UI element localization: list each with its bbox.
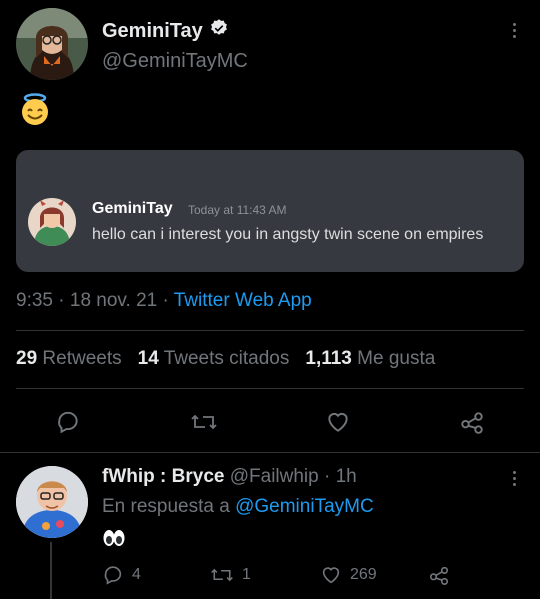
share-icon — [429, 566, 449, 585]
tweet-source[interactable]: Twitter Web App — [174, 290, 312, 311]
quotes-count: 14 — [137, 348, 159, 369]
embed-timestamp: Today at 11:43 AM — [188, 203, 287, 217]
embedded-image-card[interactable]: GeminiTay Today at 11:43 AM hello can i … — [16, 150, 524, 272]
retweet-count: 1 — [242, 566, 251, 583]
like-count: 269 — [350, 566, 377, 583]
meta-dot: · — [58, 290, 70, 311]
reply-like-action[interactable]: 269 — [320, 564, 377, 586]
eyes-emoji — [102, 528, 126, 548]
reply-icon — [104, 566, 122, 585]
retweets-label: Retweets — [42, 348, 122, 369]
retweet-icon[interactable] — [184, 400, 224, 444]
share-icon[interactable] — [452, 400, 492, 444]
likes-label: Me gusta — [357, 348, 436, 369]
like-icon[interactable] — [318, 400, 358, 444]
embed-message: hello can i interest you in angsty twin … — [92, 226, 484, 243]
embed-username: GeminiTay — [92, 200, 173, 217]
reply-header: fWhip : Bryce @Failwhip · 1h — [102, 466, 357, 488]
author-handle[interactable]: @GeminiTayMC — [102, 50, 248, 73]
meta-dot: · — [162, 290, 174, 311]
author-name[interactable]: GeminiTay — [102, 20, 203, 43]
tweet-stats: 29 Retweets 14 Tweets citados 1,113 Me g… — [16, 348, 451, 370]
in-reply-prefix: En respuesta a — [102, 496, 230, 517]
retweets-stat[interactable]: 29 Retweets — [16, 348, 122, 370]
like-icon — [322, 567, 340, 584]
reply-author-name[interactable]: fWhip : Bryce — [102, 466, 224, 487]
reply-retweet-action[interactable]: 1 — [210, 564, 251, 586]
halo-emoji — [18, 92, 52, 126]
divider — [16, 388, 524, 389]
tweet-date[interactable]: 18 nov. 21 — [70, 290, 157, 311]
likes-count: 1,113 — [305, 348, 352, 369]
quotes-stat[interactable]: 14 Tweets citados — [138, 348, 290, 370]
in-reply-to-line: En respuesta a @GeminiTayMC — [102, 496, 374, 518]
tweet-time[interactable]: 9:35 — [16, 290, 53, 311]
in-reply-to-link[interactable]: @GeminiTayMC — [235, 496, 374, 517]
reply-icon[interactable] — [48, 400, 88, 444]
embed-avatar — [28, 198, 76, 246]
retweet-icon — [211, 568, 233, 582]
verified-badge-icon — [209, 18, 229, 44]
reply-reply-action[interactable]: 4 — [102, 564, 141, 586]
reply-more-options-icon[interactable] — [504, 468, 524, 488]
retweets-count: 29 — [16, 348, 38, 369]
meta-dot: · — [324, 466, 336, 487]
divider — [16, 330, 524, 331]
reply-actions: 4 1 269 — [102, 564, 502, 590]
author-avatar[interactable] — [16, 8, 88, 80]
reply-author-avatar[interactable] — [16, 466, 88, 538]
quotes-label: Tweets citados — [163, 348, 290, 369]
reply-time[interactable]: 1h — [336, 466, 357, 487]
tweet-actions — [16, 400, 524, 444]
likes-stat[interactable]: 1,113 Me gusta — [305, 348, 435, 370]
thread-line — [50, 542, 52, 599]
more-options-icon[interactable] — [504, 20, 524, 40]
reply-share-action[interactable] — [428, 564, 450, 586]
reply-author-handle[interactable]: @Failwhip — [230, 466, 319, 487]
divider — [0, 452, 540, 453]
tweet-meta: 9:35 · 18 nov. 21 · Twitter Web App — [16, 290, 312, 312]
author-name-row[interactable]: GeminiTay — [102, 18, 229, 44]
reply-count: 4 — [132, 566, 141, 583]
